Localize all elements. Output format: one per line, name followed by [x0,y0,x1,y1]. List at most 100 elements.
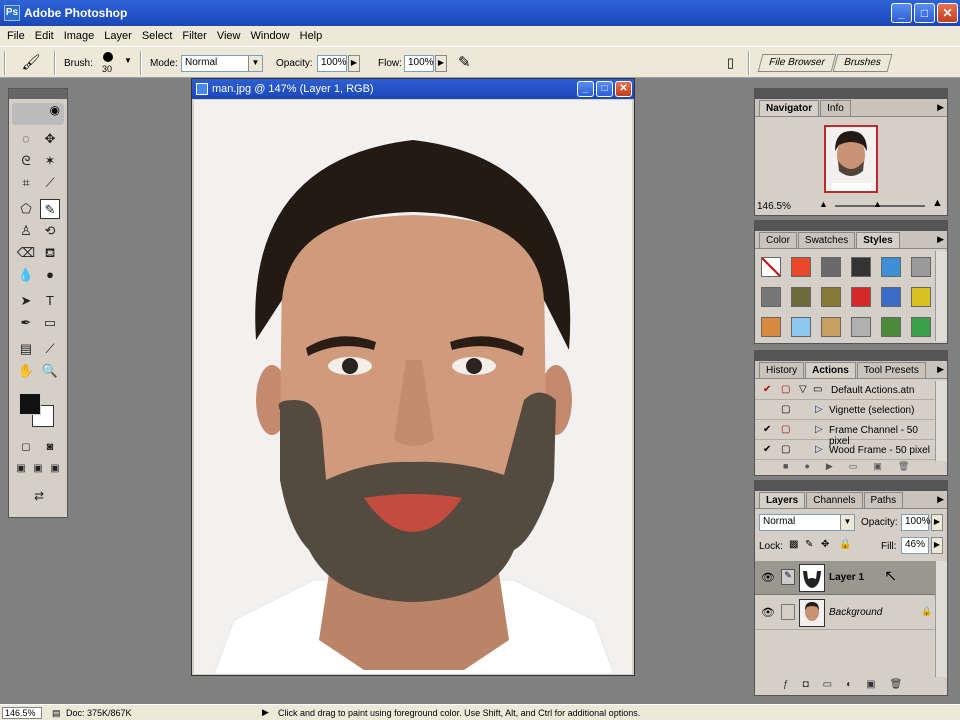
status-zoom[interactable]: 146.5% [2,707,42,719]
style-swatch[interactable] [791,287,811,307]
lock-all-icon[interactable]: 🔒 [839,539,851,550]
style-swatch[interactable] [911,287,931,307]
hand-tool-icon[interactable]: ✋ [16,361,36,381]
notes-tool-icon[interactable]: ▤ [16,339,36,359]
style-swatch[interactable] [821,257,841,277]
menu-view[interactable]: View [212,30,246,42]
blur-tool-icon[interactable]: 💧 [16,265,36,285]
zoom-slider-handle-icon[interactable]: ▲ [873,199,882,209]
action-row[interactable]: ✔ ▢ ▷ Frame Channel - 50 pixel [755,421,935,447]
airbrush-icon[interactable]: ✎ [458,53,471,71]
style-swatch[interactable] [821,287,841,307]
lock-transparency-icon[interactable]: ▩ [789,539,798,550]
action-row[interactable]: ▢ ▷ Vignette (selection) [755,401,935,420]
panel-menu-arrow-icon[interactable]: ▶ [937,364,944,375]
fill-arrow-icon[interactable]: ▶ [931,537,943,554]
menu-window[interactable]: Window [246,30,295,42]
style-swatch[interactable] [851,317,871,337]
style-swatch[interactable] [761,287,781,307]
trash-icon[interactable]: 🗑 [898,461,909,475]
tab-channels[interactable]: Channels [806,492,863,508]
menu-file[interactable]: File [2,30,30,42]
brush-link-icon[interactable]: ✎ [781,569,795,585]
history-brush-tool-icon[interactable]: ⟲ [40,221,60,241]
style-swatch[interactable] [911,317,931,337]
menu-layer[interactable]: Layer [99,30,137,42]
tab-tool-presets[interactable]: Tool Presets [856,362,926,378]
lock-position-icon[interactable]: ✥ [821,539,829,550]
minimize-button[interactable]: _ [891,3,912,23]
clone-stamp-tool-icon[interactable]: ♙ [16,221,36,241]
panel-menu-arrow-icon[interactable]: ▶ [937,102,944,113]
close-button[interactable]: ✕ [937,3,958,23]
panel-menu-arrow-icon[interactable]: ▶ [937,234,944,245]
lasso-tool-icon[interactable]: ᘓ [16,151,36,171]
new-layer-icon[interactable]: ▣ [866,679,875,695]
tab-navigator[interactable]: Navigator [759,100,820,116]
blend-mode-select[interactable]: Normal ▼ [759,514,855,531]
tab-history[interactable]: History [759,362,805,378]
tab-layers[interactable]: Layers [759,492,806,508]
zoom-in-icon[interactable]: ▲ [932,197,943,209]
menu-select[interactable]: Select [137,30,178,42]
layer-row[interactable]: 👁 ✎ Layer 1 [755,561,935,595]
new-set-icon[interactable]: ▭ [823,679,832,695]
menu-image[interactable]: Image [59,30,100,42]
eyedropper-tool-icon[interactable]: ⟋ [40,339,60,359]
zoom-out-icon[interactable]: ▲ [819,199,828,209]
flow-input[interactable]: 100% [404,55,434,72]
layer-mask-icon[interactable]: ◘ [803,679,809,695]
opacity-slider-arrow-icon[interactable]: ▶ [348,55,360,72]
actions-scrollbar[interactable] [935,381,947,461]
style-swatch[interactable] [881,317,901,337]
adobe-online-eye-icon[interactable]: ◉ [12,103,64,125]
brush-picker-arrow-icon[interactable]: ▼ [124,56,132,65]
style-swatch[interactable] [881,287,901,307]
standard-mode-icon[interactable]: ◻ [16,439,36,455]
link-box[interactable] [781,604,795,620]
eye-icon[interactable]: 👁 [761,571,775,584]
eye-icon[interactable]: 👁 [761,606,775,619]
action-row[interactable]: ✔ ▢ ▽ ▭ Default Actions.atn [755,381,935,400]
navigator-zoom[interactable]: 146.5% [757,201,791,212]
path-selection-tool-icon[interactable]: ➤ [16,291,36,311]
doc-close-button[interactable]: ✕ [615,81,632,97]
new-set-icon[interactable]: ▭ [849,461,858,475]
healing-brush-tool-icon[interactable]: ⬠ [16,199,36,219]
tab-info[interactable]: Info [820,100,851,116]
full-screen-menu-mode-icon[interactable]: ▣ [30,461,46,477]
file-browser-tab[interactable]: File Browser [757,54,836,72]
jump-to-imageready-icon[interactable]: ⇄ [25,487,53,505]
standard-screen-mode-icon[interactable]: ▣ [13,461,29,477]
doc-maximize-button[interactable]: □ [596,81,613,97]
opacity-arrow-icon[interactable]: ▶ [931,514,943,531]
tab-paths[interactable]: Paths [863,492,904,508]
tab-color[interactable]: Color [759,232,797,248]
brushes-tab[interactable]: Brushes [832,54,893,72]
adjustment-layer-icon[interactable]: ◐ [846,679,852,695]
dodge-tool-icon[interactable]: ● [40,265,60,285]
marquee-tool-icon[interactable]: ◌ [16,129,36,149]
flow-slider-arrow-icon[interactable]: ▶ [435,55,447,72]
slice-tool-icon[interactable]: ⟋ [40,173,60,193]
record-icon[interactable]: ● [804,461,809,475]
lock-pixels-icon[interactable]: ✎ [805,539,813,550]
magic-wand-tool-icon[interactable]: ✶ [40,151,60,171]
mode-select[interactable]: Normal ▼ [181,55,263,72]
tab-actions[interactable]: Actions [805,362,856,378]
play-icon[interactable]: ▶ [826,461,833,475]
opacity-input[interactable]: 100% [317,55,347,72]
tab-styles[interactable]: Styles [856,232,900,248]
move-tool-icon[interactable]: ✥ [40,129,60,149]
doc-minimize-button[interactable]: _ [577,81,594,97]
style-swatch[interactable] [851,287,871,307]
status-arrow-icon[interactable]: ▶ [262,707,269,718]
style-swatch[interactable] [911,257,931,277]
menu-help[interactable]: Help [295,30,328,42]
eraser-tool-icon[interactable]: ⌫ [16,243,36,263]
layers-scrollbar[interactable] [935,561,947,677]
trash-icon[interactable]: 🗑 [890,679,903,695]
document-icon[interactable]: ▯ [727,55,734,71]
style-swatch[interactable] [761,257,781,277]
styles-scrollbar[interactable] [935,251,947,341]
